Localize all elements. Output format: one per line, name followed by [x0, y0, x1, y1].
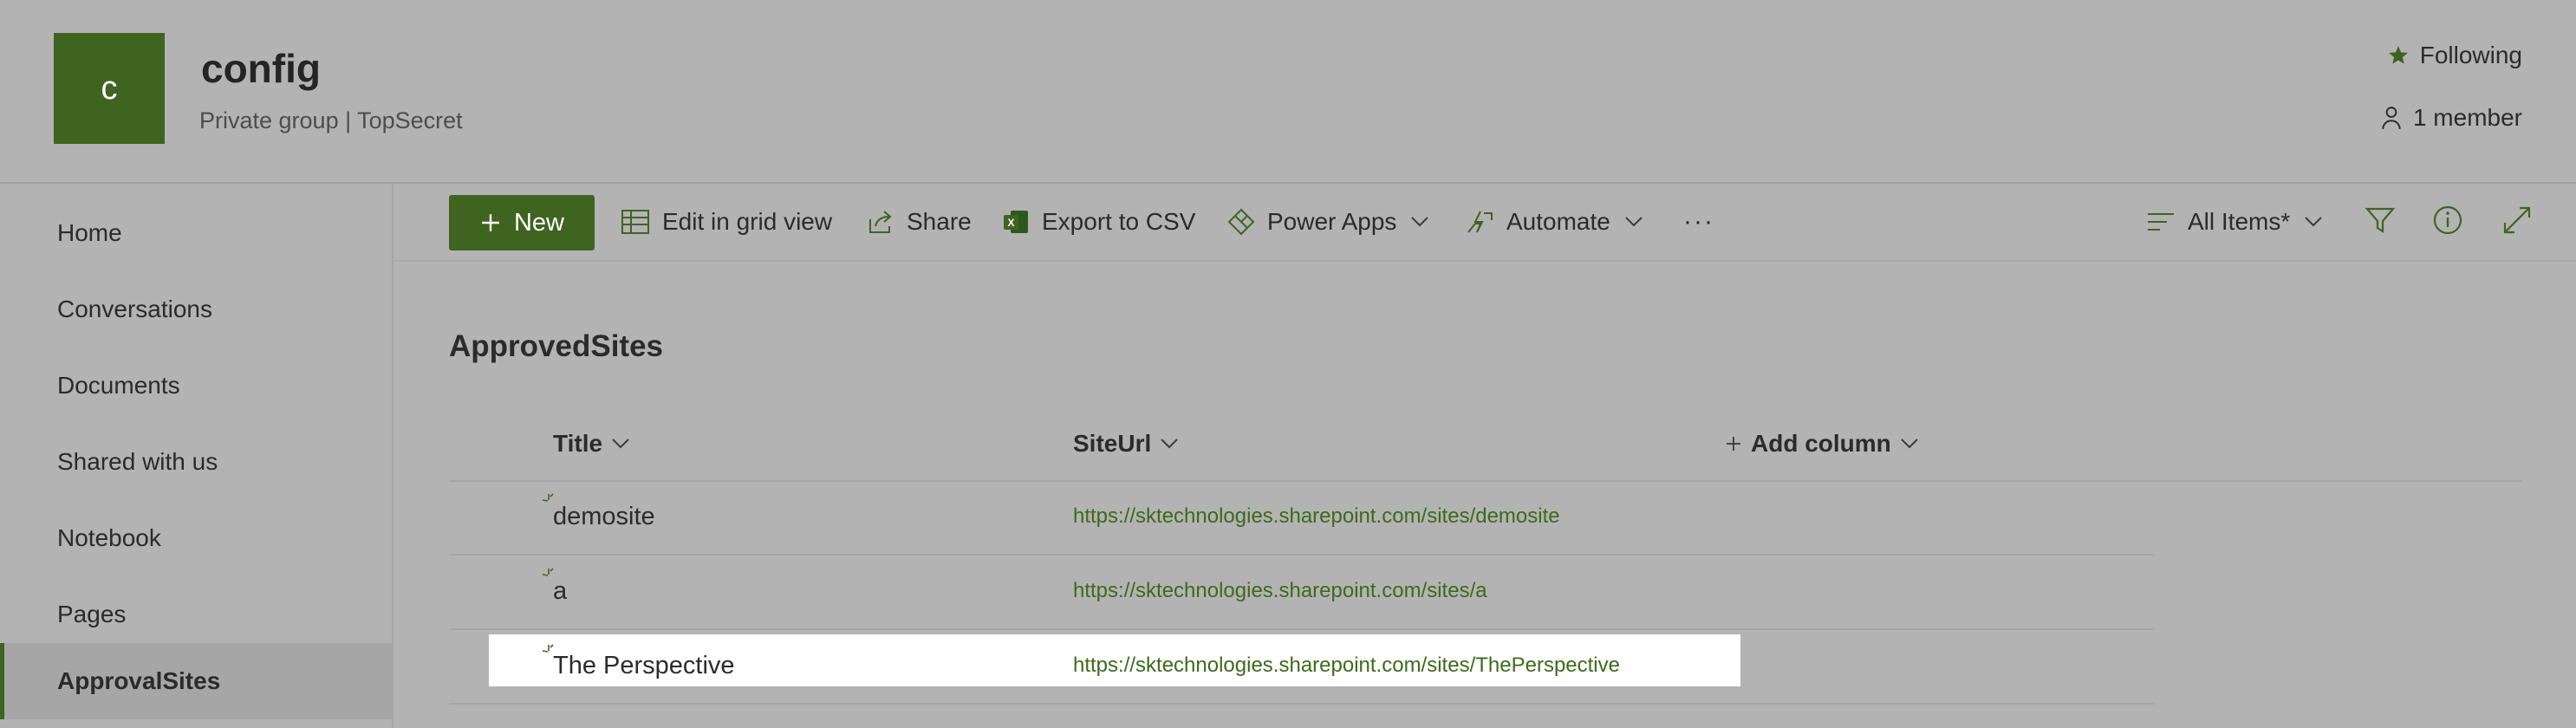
- sidebar-item-label: Shared with us: [57, 448, 218, 475]
- sidebar-item-label: Notebook: [57, 524, 161, 551]
- chevron-down-icon: [1411, 217, 1429, 227]
- export-csv-label: Export to CSV: [1042, 208, 1196, 235]
- more-options-button[interactable]: ···: [1683, 196, 1714, 248]
- new-button-label: New: [513, 208, 564, 237]
- automate-label: Automate: [1506, 208, 1610, 235]
- automate-button[interactable]: Automate: [1465, 196, 1643, 248]
- edit-grid-view-button[interactable]: Edit in grid view: [621, 196, 832, 248]
- view-selector[interactable]: All Items*: [2146, 196, 2323, 248]
- power-apps-label: Power Apps: [1267, 208, 1397, 235]
- row-title-cell[interactable]: a: [553, 577, 567, 606]
- sidebar-item-shared-with-us[interactable]: Shared with us: [0, 424, 392, 500]
- sidebar-item-conversations[interactable]: Conversations: [0, 271, 392, 348]
- members-button[interactable]: 1 member: [2380, 104, 2522, 132]
- grid-icon: [621, 210, 649, 234]
- sidebar-item-documents[interactable]: Documents: [0, 348, 392, 424]
- command-bar-divider: [394, 260, 2576, 262]
- add-column-button[interactable]: Add column: [1725, 430, 1919, 458]
- automate-icon: [1467, 211, 1493, 233]
- new-button[interactable]: New: [449, 195, 595, 250]
- plus-icon: [1727, 437, 1740, 451]
- sidebar-item-label: Conversations: [57, 296, 212, 322]
- column-header-title[interactable]: Title: [553, 430, 630, 458]
- chevron-down-icon: [2305, 217, 2322, 227]
- chevron-down-icon: [1625, 217, 1643, 227]
- expand-icon: [2503, 206, 2531, 234]
- share-button[interactable]: Share: [867, 196, 972, 248]
- excel-icon: X: [1004, 211, 1028, 233]
- share-icon: [869, 211, 892, 233]
- sidebar-item-home[interactable]: Home: [0, 195, 392, 271]
- chevron-down-icon: [1901, 439, 1918, 449]
- filter-button[interactable]: [2365, 205, 2396, 236]
- site-title[interactable]: config: [201, 45, 321, 92]
- chevron-down-icon: [612, 439, 629, 449]
- row-title-cell[interactable]: demosite: [553, 503, 655, 531]
- sidebar-item-approvalsites[interactable]: ApprovalSites: [0, 643, 392, 719]
- sidebar-item-label: Documents: [57, 372, 180, 399]
- view-lines-icon: [2148, 213, 2174, 231]
- star-icon: [2388, 46, 2408, 64]
- following-label: Following: [2419, 42, 2522, 68]
- column-header-siteurl-label: SiteUrl: [1073, 430, 1152, 457]
- person-icon: [2382, 107, 2401, 130]
- sidebar-item-label: Pages: [57, 601, 127, 627]
- share-label: Share: [907, 208, 972, 235]
- info-icon: [2433, 205, 2462, 235]
- sidebar-item-pages[interactable]: Pages: [0, 576, 392, 653]
- expand-button[interactable]: [2501, 205, 2533, 236]
- following-button[interactable]: Following: [2387, 42, 2522, 69]
- plus-icon: [482, 214, 499, 231]
- row-divider: [449, 554, 2155, 556]
- members-label: 1 member: [2412, 104, 2522, 131]
- left-navigation: Home Conversations Documents Shared with…: [0, 184, 394, 728]
- row-url-link[interactable]: https://sktechnologies.sharepoint.com/si…: [1073, 579, 1487, 603]
- view-selector-label: All Items*: [2188, 208, 2291, 235]
- list-title: ApprovedSites: [449, 329, 663, 363]
- column-header-siteurl[interactable]: SiteUrl: [1073, 430, 1179, 458]
- row-divider: [449, 628, 2155, 630]
- row-url-link[interactable]: https://sktechnologies.sharepoint.com/si…: [1073, 504, 1560, 529]
- add-column-label: Add column: [1751, 430, 1891, 457]
- row-url-link[interactable]: https://sktechnologies.sharepoint.com/si…: [1073, 653, 1620, 678]
- power-apps-button[interactable]: Power Apps: [1227, 196, 1429, 248]
- filter-icon: [2365, 207, 2396, 234]
- info-button[interactable]: [2432, 205, 2463, 236]
- powerapps-icon: [1227, 208, 1255, 236]
- site-logo-letter: c: [101, 69, 118, 107]
- site-header: c config Private group | TopSecret Follo…: [0, 0, 2576, 182]
- edit-grid-view-label: Edit in grid view: [662, 208, 833, 235]
- row-divider: [449, 703, 2155, 705]
- row-title-cell[interactable]: The Perspective: [553, 652, 735, 680]
- site-logo[interactable]: c: [54, 33, 165, 144]
- column-header-title-label: Title: [553, 430, 603, 457]
- site-subtitle: Private group | TopSecret: [199, 107, 463, 133]
- header-row-divider: [449, 480, 2522, 482]
- export-csv-button[interactable]: X Export to CSV: [1002, 196, 1195, 248]
- more-options-label: ···: [1683, 207, 1714, 236]
- chevron-down-icon: [1161, 439, 1178, 449]
- sidebar-item-label: ApprovalSites: [57, 667, 221, 694]
- sidebar-item-notebook[interactable]: Notebook: [0, 500, 392, 576]
- sidebar-item-label: Home: [57, 219, 122, 246]
- svg-text:X: X: [1007, 217, 1014, 229]
